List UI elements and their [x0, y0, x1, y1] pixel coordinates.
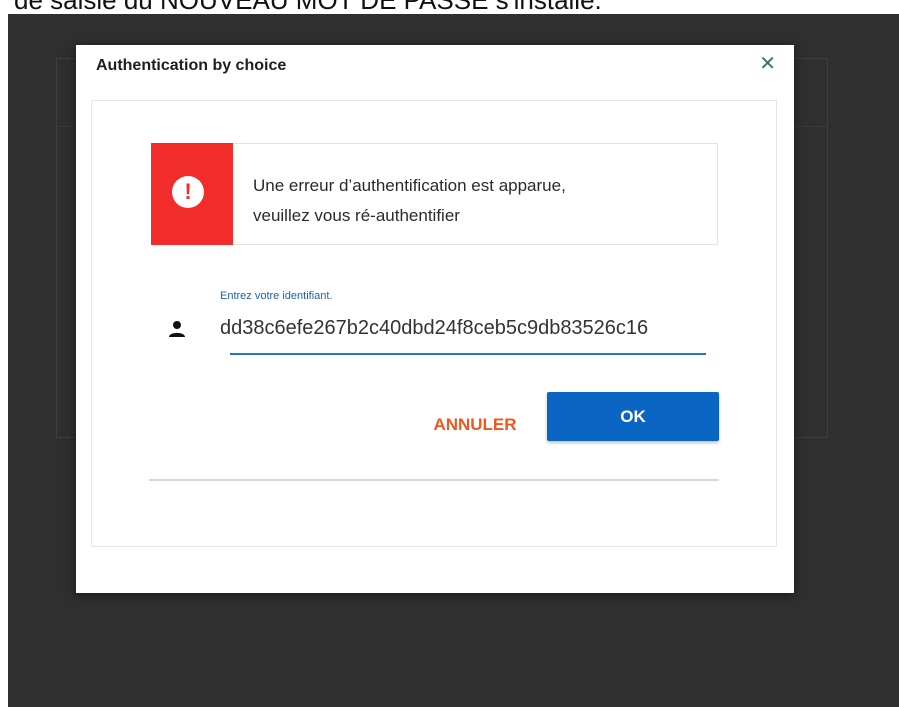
identifier-input[interactable] [220, 311, 718, 345]
cancel-button[interactable]: ANNULER [410, 400, 540, 448]
exclamation-icon: ! [172, 176, 204, 208]
dialog-title: Authentication by choice [96, 57, 287, 74]
error-alert: ! Une erreur d’authentification est appa… [151, 143, 718, 245]
error-stripe: ! [151, 143, 233, 245]
user-icon [169, 321, 185, 337]
identifier-label: Entrez votre identifiant. [220, 290, 333, 302]
authentication-dialog: Authentication by choice ✕ ! Une erreur … [76, 45, 794, 593]
page-caption: de saisie du NOUVEAU MOT DE PASSE s'inst… [0, 0, 899, 14]
dialog-body: ! Une erreur d’authentification est appa… [91, 100, 777, 547]
error-message: Une erreur d’authentification est apparu… [253, 171, 693, 231]
error-message-line-1: Une erreur d’authentification est apparu… [253, 176, 566, 195]
ok-button[interactable]: OK [547, 392, 719, 441]
input-underline [230, 353, 706, 355]
error-message-line-2: veuillez vous ré-authentifier [253, 206, 460, 225]
close-icon[interactable]: ✕ [759, 53, 776, 75]
footer-divider [149, 479, 719, 481]
